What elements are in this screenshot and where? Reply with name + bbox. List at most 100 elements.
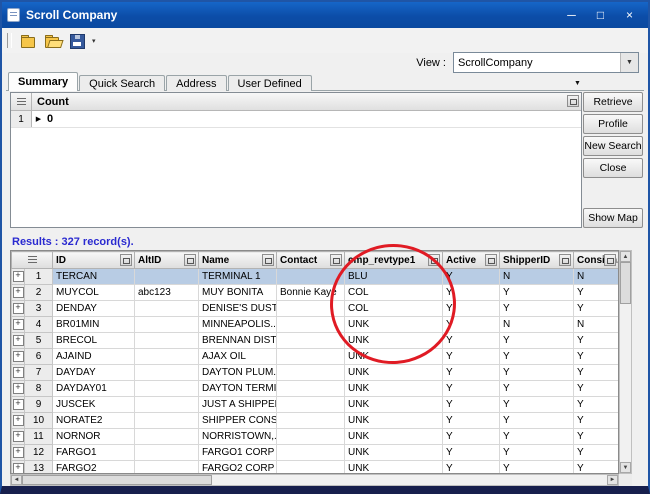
table-row[interactable]: +11NORNORNORRISTOWN,...UNKYYY [12,429,619,445]
cell-altid[interactable] [135,461,199,475]
col-header-contact[interactable]: Contact [277,252,345,269]
cell-active[interactable]: Y [443,461,500,475]
cell-active[interactable]: Y [443,429,500,445]
expand-button[interactable]: + [13,447,24,458]
row-number[interactable]: 11 [25,429,53,445]
cell-consign[interactable]: Y [574,301,619,317]
cell-id[interactable]: FARGO1 [53,445,135,461]
cell-id[interactable]: JUSCEK [53,397,135,413]
row-number[interactable]: 3 [25,301,53,317]
combo-dropdown-icon[interactable]: ▼ [620,53,638,72]
cell-altid[interactable] [135,317,199,333]
cell-id[interactable]: DAYDAY [53,365,135,381]
cell-active[interactable]: Y [443,397,500,413]
cell-revtype[interactable]: UNK [345,317,443,333]
tab-quick-search[interactable]: Quick Search [79,75,165,91]
cell-consign[interactable]: N [574,317,619,333]
row-number[interactable]: 7 [25,365,53,381]
tab-list-dropdown-icon[interactable]: ▼ [574,80,581,87]
cell-name[interactable]: DAYTON PLUM... [199,365,277,381]
cell-altid[interactable] [135,365,199,381]
expand-button[interactable]: + [13,287,24,298]
cell-shipper[interactable]: Y [500,413,574,429]
scroll-left-button[interactable]: ◄ [11,475,22,485]
cell-active[interactable]: Y [443,381,500,397]
cell-consign[interactable]: N [574,269,619,285]
profile-button[interactable]: Profile [583,114,643,134]
cell-name[interactable]: FARGO1 CORP [199,445,277,461]
summary-filter-button[interactable] [11,93,32,110]
cell-shipper[interactable]: Y [500,365,574,381]
show-map-button[interactable]: Show Map [583,208,643,228]
table-row[interactable]: +13FARGO2FARGO2 CORPUNKYYY [12,461,619,475]
col-header-shipper[interactable]: ShipperID [500,252,574,269]
row-number[interactable]: 6 [25,349,53,365]
cell-consign[interactable]: Y [574,349,619,365]
row-number[interactable]: 9 [25,397,53,413]
cell-name[interactable]: DAYTON TERMI... [199,381,277,397]
cell-id[interactable]: DENDAY [53,301,135,317]
cell-active[interactable]: Y [443,365,500,381]
col-header-id[interactable]: ID [53,252,135,269]
scroll-down-button[interactable]: ▼ [620,462,631,473]
expand-button[interactable]: + [13,415,24,426]
expand-button[interactable]: + [13,399,24,410]
cell-revtype[interactable]: UNK [345,381,443,397]
table-row[interactable]: +2MUYCOLabc123MUY BONITABonnie KayeCOLYY… [12,285,619,301]
cell-contact[interactable] [277,397,345,413]
cell-shipper[interactable]: N [500,317,574,333]
column-menu-button[interactable] [604,254,616,266]
cell-id[interactable]: NORNOR [53,429,135,445]
column-menu-button[interactable] [120,254,132,266]
cell-id[interactable]: TERCAN [53,269,135,285]
cell-revtype[interactable]: UNK [345,333,443,349]
expand-button[interactable]: + [13,367,24,378]
summary-row[interactable]: 1 ▶ 0 [11,111,581,128]
close-button[interactable]: × [616,5,643,25]
cell-consign[interactable]: Y [574,413,619,429]
cell-id[interactable]: NORATE2 [53,413,135,429]
table-row[interactable]: +10NORATE2SHIPPER CONSI...UNKYYY [12,413,619,429]
cell-altid[interactable] [135,269,199,285]
table-row[interactable]: +3DENDAYDENISE'S DUST...COLYYY [12,301,619,317]
column-menu-button[interactable] [184,254,196,266]
expand-button[interactable]: + [13,463,24,474]
retrieve-button[interactable]: Retrieve [583,92,643,112]
cell-id[interactable]: DAYDAY01 [53,381,135,397]
row-number[interactable]: 2 [25,285,53,301]
cell-revtype[interactable]: UNK [345,349,443,365]
col-header-active[interactable]: Active [443,252,500,269]
table-row[interactable]: +12FARGO1FARGO1 CORPUNKYYY [12,445,619,461]
cell-contact[interactable] [277,413,345,429]
row-number[interactable]: 8 [25,381,53,397]
cell-contact[interactable] [277,429,345,445]
cell-name[interactable]: BRENNAN DIST... [199,333,277,349]
summary-row-number[interactable]: 1 [11,111,32,127]
cell-id[interactable]: AJAIND [53,349,135,365]
col-header-altid[interactable]: AltID [135,252,199,269]
cell-id[interactable]: MUYCOL [53,285,135,301]
scroll-up-button[interactable]: ▲ [620,251,631,262]
tab-address[interactable]: Address [166,75,226,91]
expand-button[interactable]: + [13,431,24,442]
cell-revtype[interactable]: UNK [345,445,443,461]
cell-altid[interactable] [135,413,199,429]
col-header-consign[interactable]: Consign... [574,252,619,269]
row-number[interactable]: 12 [25,445,53,461]
cell-consign[interactable]: Y [574,381,619,397]
cell-active[interactable]: Y [443,333,500,349]
cell-consign[interactable]: Y [574,429,619,445]
column-menu-button[interactable] [559,254,571,266]
close-button[interactable]: Close [583,158,643,178]
table-row[interactable]: +7DAYDAYDAYTON PLUM...UNKYYY [12,365,619,381]
cell-shipper[interactable]: Y [500,333,574,349]
expand-button[interactable]: + [13,319,24,330]
maximize-button[interactable]: □ [587,5,614,25]
cell-contact[interactable] [277,445,345,461]
new-search-button[interactable]: New Search [583,136,643,156]
row-number[interactable]: 5 [25,333,53,349]
cell-revtype[interactable]: UNK [345,461,443,475]
cell-altid[interactable] [135,349,199,365]
cell-shipper[interactable]: Y [500,285,574,301]
cell-contact[interactable]: Bonnie Kaye [277,285,345,301]
